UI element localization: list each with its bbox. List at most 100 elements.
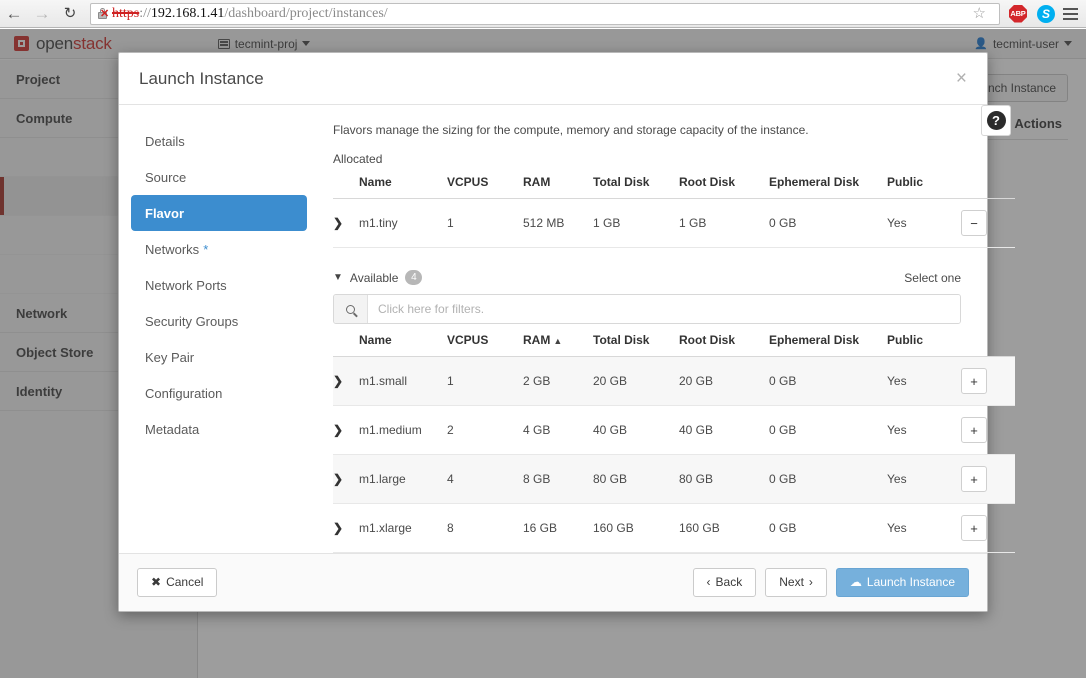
wizard-step-networks[interactable]: Networks* (131, 231, 307, 267)
wizard-step-key-pair[interactable]: Key Pair (131, 339, 307, 375)
table-row[interactable]: ❯ m1.xlarge 8 16 GB 160 GB 160 GB 0 GB Y… (333, 504, 1015, 553)
filter-input[interactable] (368, 295, 960, 323)
allocate-flavor-button[interactable]: + (961, 368, 987, 394)
expand-row-icon[interactable]: ❯ (333, 455, 359, 504)
table-header-row: Name VCPUS RAM Total Disk Root Disk Ephe… (333, 166, 1015, 199)
column-ephemeral-disk[interactable]: Ephemeral Disk (769, 324, 887, 357)
cell-root-disk: 80 GB (679, 455, 769, 504)
wizard-step-security-groups[interactable]: Security Groups (131, 303, 307, 339)
table-row[interactable]: ❯ m1.small 1 2 GB 20 GB 20 GB 0 GB Yes + (333, 357, 1015, 406)
wizard-step-configuration[interactable]: Configuration (131, 375, 307, 411)
cell-public: Yes (887, 455, 961, 504)
forward-icon[interactable]: → (28, 1, 56, 27)
column-total-disk[interactable]: Total Disk (593, 324, 679, 357)
available-flavors-table: Name VCPUS RAM▲ Total Disk Root Disk Eph… (333, 324, 1015, 553)
cancel-label: Cancel (166, 576, 203, 590)
reload-icon[interactable]: ↻ (56, 1, 84, 27)
available-toggle[interactable]: ▼ Available 4 (333, 270, 422, 285)
cell-ram: 512 MB (523, 199, 593, 248)
column-ephemeral-disk: Ephemeral Disk (769, 166, 887, 199)
wizard-step-network-ports[interactable]: Network Ports (131, 267, 307, 303)
flavor-pane: ? Flavors manage the sizing for the comp… (319, 105, 987, 553)
bookmark-star-icon[interactable]: ☆ (966, 4, 993, 23)
cancel-icon: ✖ (151, 576, 161, 590)
wizard-step-source[interactable]: Source (131, 159, 307, 195)
allocate-flavor-button[interactable]: + (961, 515, 987, 541)
column-total-disk: Total Disk (593, 166, 679, 199)
expand-row-icon[interactable]: ❯ (333, 357, 359, 406)
cell-public: Yes (887, 199, 961, 248)
expand-row-icon[interactable]: ❯ (333, 199, 359, 248)
wizard-step-label: Key Pair (145, 350, 194, 365)
hamburger-menu-icon[interactable] (1060, 8, 1086, 20)
cell-ephemeral-disk: 0 GB (769, 406, 887, 455)
modal-header: Launch Instance × (119, 53, 987, 105)
wizard-step-flavor[interactable]: Flavor (131, 195, 307, 231)
column-public[interactable]: Public (887, 324, 961, 357)
chevron-right-icon: › (809, 576, 813, 590)
wizard-step-details[interactable]: Details (131, 123, 307, 159)
pane-description: Flavors manage the sizing for the comput… (333, 123, 961, 137)
url-path: /dashboard/project/instances/ (224, 6, 387, 22)
help-button[interactable]: ? (981, 105, 1011, 136)
column-vcpus: VCPUS (447, 166, 523, 199)
allocate-flavor-button[interactable]: + (961, 417, 987, 443)
wizard-step-label: Network Ports (145, 278, 227, 293)
screen: ← → ↻ ✕ https://192.168.1.41/dashboard/p… (0, 0, 1086, 678)
cell-name: m1.small (359, 357, 447, 406)
launch-instance-label: Launch Instance (867, 576, 955, 590)
column-name: Name (359, 166, 447, 199)
wizard-step-label: Details (145, 134, 185, 149)
column-action (961, 324, 1015, 357)
cell-action: + (961, 455, 1015, 504)
available-count-badge: 4 (405, 270, 422, 285)
modal-body: Details Source Flavor Networks* Network … (119, 105, 987, 553)
cell-ram: 8 GB (523, 455, 593, 504)
back-button[interactable]: ‹ Back (693, 568, 757, 598)
cell-ephemeral-disk: 0 GB (769, 504, 887, 553)
wizard-step-label: Flavor (145, 206, 184, 221)
cell-root-disk: 40 GB (679, 406, 769, 455)
search-icon (334, 295, 368, 323)
table-row[interactable]: ❯ m1.tiny 1 512 MB 1 GB 1 GB 0 GB Yes − (333, 199, 1015, 248)
cancel-button[interactable]: ✖ Cancel (137, 568, 217, 598)
cell-ephemeral-disk: 0 GB (769, 455, 887, 504)
wizard-step-label: Metadata (145, 422, 199, 437)
column-expand (333, 324, 359, 357)
flavor-filter[interactable] (333, 294, 961, 324)
cell-public: Yes (887, 504, 961, 553)
launch-instance-button[interactable]: ☁ Launch Instance (836, 568, 969, 598)
deallocate-flavor-button[interactable]: − (961, 210, 987, 236)
table-row[interactable]: ❯ m1.large 4 8 GB 80 GB 80 GB 0 GB Yes + (333, 455, 1015, 504)
select-one-hint: Select one (904, 271, 961, 285)
cell-action: + (961, 504, 1015, 553)
close-icon[interactable]: × (956, 69, 967, 88)
column-root-disk[interactable]: Root Disk (679, 324, 769, 357)
cell-total-disk: 80 GB (593, 455, 679, 504)
skype-icon[interactable]: S (1035, 3, 1057, 25)
cell-action: + (961, 357, 1015, 406)
modal-footer: ✖ Cancel ‹ Back Next › ☁ Launch Instance (119, 553, 987, 611)
cell-total-disk: 40 GB (593, 406, 679, 455)
column-ram[interactable]: RAM▲ (523, 324, 593, 357)
expand-row-icon[interactable]: ❯ (333, 406, 359, 455)
url-separator: :// (139, 6, 151, 22)
table-row[interactable]: ❯ m1.medium 2 4 GB 40 GB 40 GB 0 GB Yes … (333, 406, 1015, 455)
back-icon[interactable]: ← (0, 1, 28, 27)
launch-instance-modal: Launch Instance × Details Source Flavor … (118, 52, 988, 612)
address-bar[interactable]: ✕ https://192.168.1.41/dashboard/project… (90, 3, 1000, 25)
column-name[interactable]: Name (359, 324, 447, 357)
column-expand (333, 166, 359, 199)
expand-row-icon[interactable]: ❯ (333, 504, 359, 553)
help-icon: ? (987, 111, 1006, 130)
wizard-step-metadata[interactable]: Metadata (131, 411, 307, 447)
next-button[interactable]: Next › (765, 568, 827, 598)
column-vcpus[interactable]: VCPUS (447, 324, 523, 357)
cell-action: + (961, 406, 1015, 455)
column-ram-label: RAM (523, 333, 550, 347)
wizard-step-label: Security Groups (145, 314, 238, 329)
modal-title: Launch Instance (139, 69, 264, 89)
adblock-plus-icon[interactable]: ABP (1007, 3, 1029, 25)
cell-ram: 2 GB (523, 357, 593, 406)
allocate-flavor-button[interactable]: + (961, 466, 987, 492)
